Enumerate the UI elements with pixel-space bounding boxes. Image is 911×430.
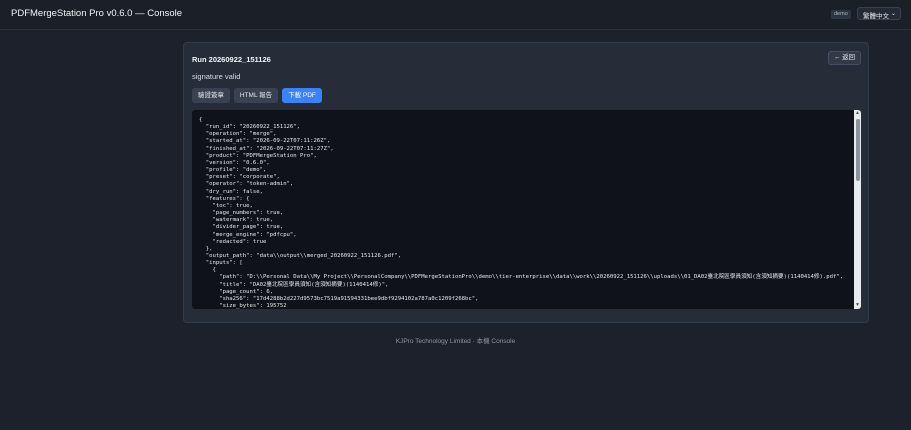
chevron-down-icon: ⌄: [890, 11, 896, 17]
back-button[interactable]: ← 返回: [828, 51, 861, 65]
run-title: Run 20260922_151126: [192, 55, 271, 64]
profile-badge: demo: [831, 10, 851, 19]
download-pdf-button[interactable]: 下載 PDF: [282, 88, 322, 103]
scroll-down-icon[interactable]: ▼: [854, 302, 861, 309]
run-detail-card: Run 20260922_151126 ← 返回 signature valid…: [183, 42, 869, 323]
language-select[interactable]: 繁體中文 ⌄: [857, 7, 901, 20]
run-json-viewer[interactable]: { "run_id": "20260922_151126", "operatio…: [192, 110, 861, 309]
verify-signature-button[interactable]: 驗證簽章: [192, 88, 230, 103]
json-scrollbar[interactable]: ▲ ▼: [854, 110, 861, 309]
run-json-text: { "run_id": "20260922_151126", "operatio…: [199, 117, 844, 309]
top-bar: PDFMergeStation Pro v0.6.0 — Console dem…: [0, 0, 911, 30]
signature-status: signature valid: [192, 72, 241, 81]
scroll-thumb[interactable]: [855, 119, 860, 181]
language-select-value: 繁體中文: [863, 13, 889, 20]
app-title: PDFMergeStation Pro v0.6.0 — Console: [11, 8, 183, 19]
scroll-up-icon[interactable]: ▲: [854, 110, 861, 117]
footer-text: KJPro Technology Limited · 本機 Console: [395, 338, 516, 345]
html-report-button[interactable]: HTML 報告: [234, 88, 278, 103]
